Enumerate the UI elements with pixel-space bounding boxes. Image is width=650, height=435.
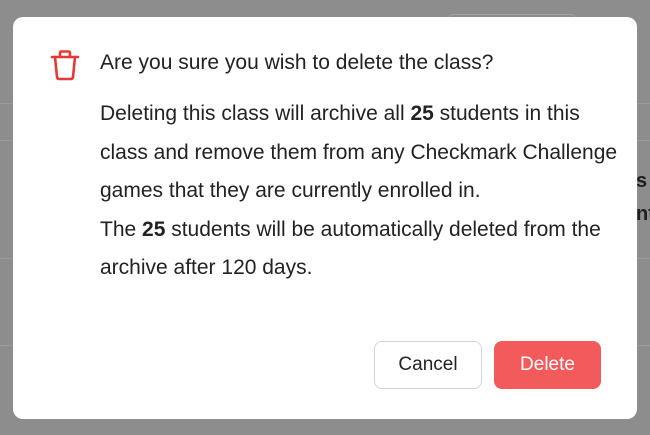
dialog-message-archive: Deleting this class will archive all 25 …	[100, 95, 620, 211]
message-text: Deleting this class will archive all	[100, 102, 411, 125]
delete-button[interactable]: Delete	[494, 341, 601, 389]
message-text: The	[100, 217, 143, 241]
student-count: 25	[410, 102, 434, 125]
background-text: s p	[636, 170, 650, 192]
dialog-message: Deleting this class will archive all 25 …	[100, 95, 620, 288]
background-text: nt	[636, 203, 650, 225]
message-text: students will be automatically deleted f…	[100, 217, 601, 280]
dialog-message-deletion: The 25 students will be automatically de…	[100, 211, 620, 288]
trash-icon	[49, 48, 81, 82]
student-count: 25	[142, 217, 166, 241]
dialog-title: Are you sure you wish to delete the clas…	[100, 51, 494, 74]
delete-class-dialog: Are you sure you wish to delete the clas…	[13, 17, 637, 419]
cancel-button[interactable]: Cancel	[374, 341, 482, 389]
